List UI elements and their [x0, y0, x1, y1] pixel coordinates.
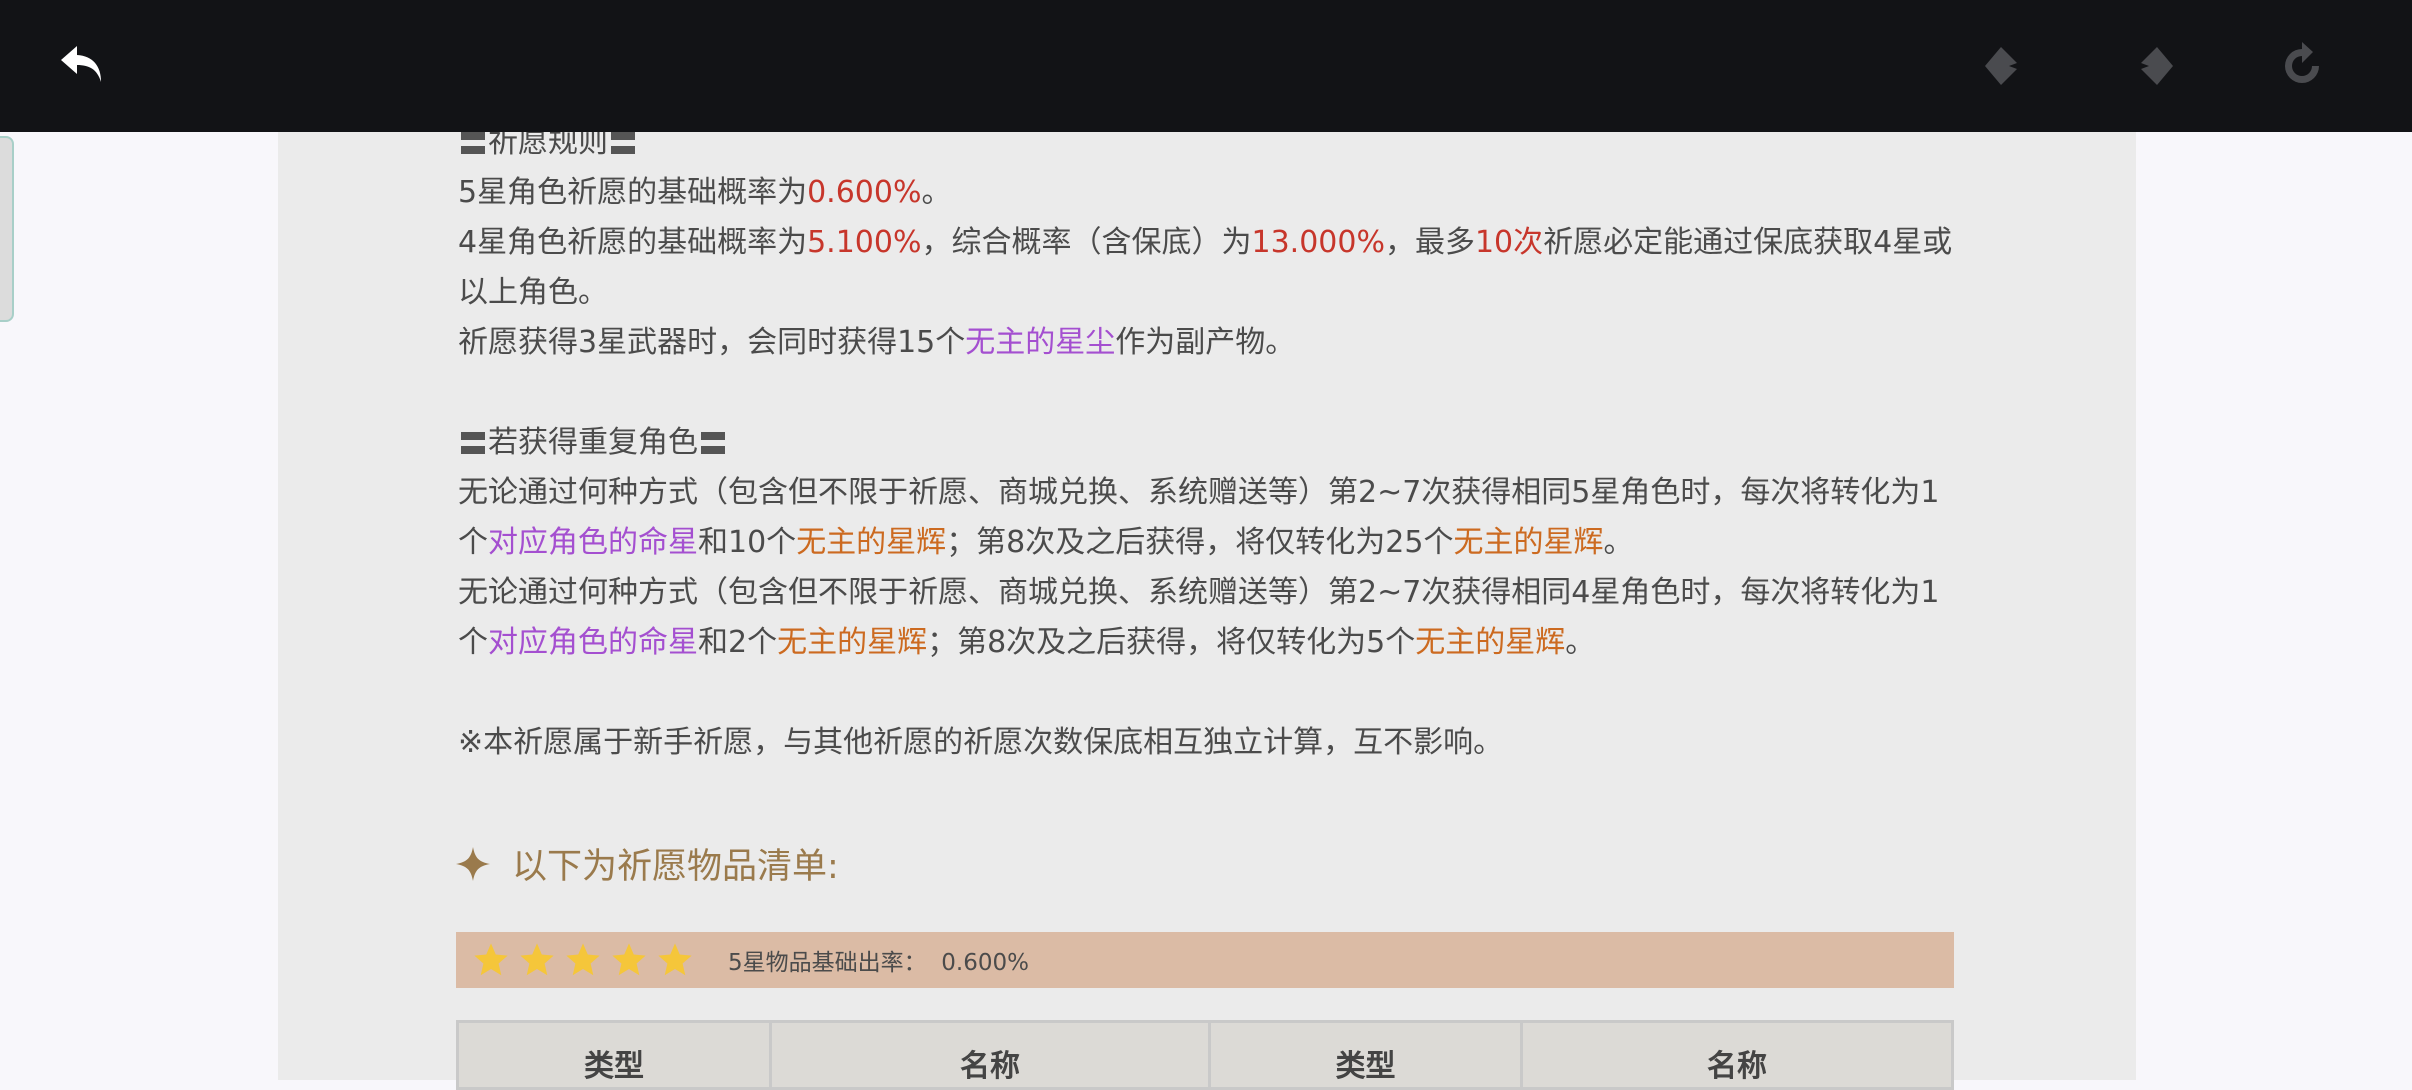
sparkle-icon	[456, 846, 490, 881]
dup-line-2: 个对应角色的命星和10个无主的星辉；第8次及之后获得，将仅转化为25个无主的星辉…	[458, 525, 1634, 560]
star-icon	[520, 943, 554, 976]
rules-text: 祈愿规则 5星角色祈愿的基础概率为0.600%。 4星角色祈愿的基础概率为5.1…	[458, 118, 1978, 768]
column-header-type: 类型	[1211, 1023, 1523, 1087]
star-rating	[472, 941, 702, 979]
rule-line-4: 祈愿获得3星武器时，会同时获得15个无主的星尘作为副产物。	[458, 325, 1296, 360]
star-icon	[612, 943, 646, 976]
dup-line-1: 无论通过何种方式（包含但不限于祈愿、商城兑换、系统赠送等）第2~7次获得相同5星…	[458, 475, 1940, 510]
five-star-rate-bar: 5星物品基础出率： 0.600%	[456, 932, 1954, 988]
refresh-icon[interactable]	[2266, 30, 2338, 102]
column-header-type: 类型	[459, 1023, 772, 1087]
back-arrow-icon[interactable]	[47, 30, 119, 102]
column-header-name: 名称	[1707, 1049, 1767, 1084]
side-drawer-handle[interactable]	[0, 136, 14, 322]
item-list-title: 以下为祈愿物品清单:	[456, 838, 839, 889]
star-icon	[566, 943, 600, 976]
rule-line-2: 4星角色祈愿的基础概率为5.100%，综合概率（含保底）为13.000%，最多1…	[458, 225, 1953, 260]
content-panel: 祈愿规则 5星角色祈愿的基础概率为0.600%。 4星角色祈愿的基础概率为5.1…	[278, 0, 2136, 1090]
star-icon	[658, 943, 692, 976]
prev-diamond-icon[interactable]	[1968, 30, 2040, 102]
next-diamond-icon[interactable]	[2118, 30, 2190, 102]
dup-line-4: 个对应角色的命星和2个无主的星辉；第8次及之后获得，将仅转化为5个无主的星辉。	[458, 625, 1596, 660]
section-mark-icon	[461, 432, 485, 454]
column-header-name: 名称	[772, 1023, 1211, 1087]
section-mark-icon	[461, 132, 485, 154]
star-icon	[474, 943, 508, 976]
rule-line-1: 5星角色祈愿的基础概率为0.600%。	[458, 175, 952, 210]
novice-note: ※本祈愿属于新手祈愿，与其他祈愿的祈愿次数保底相互独立计算，互不影响。	[458, 725, 1504, 760]
rule-line-3: 以上角色。	[458, 275, 608, 310]
top-toolbar	[0, 0, 2412, 132]
section-mark-icon	[701, 432, 725, 454]
rate-label: 5星物品基础出率： 0.600%	[728, 950, 1029, 976]
dup-line-3: 无论通过何种方式（包含但不限于祈愿、商城兑换、系统赠送等）第2~7次获得相同4星…	[458, 575, 1940, 610]
section-title-duplicate: 若获得重复角色	[458, 418, 1978, 468]
section-mark-icon	[611, 132, 635, 154]
